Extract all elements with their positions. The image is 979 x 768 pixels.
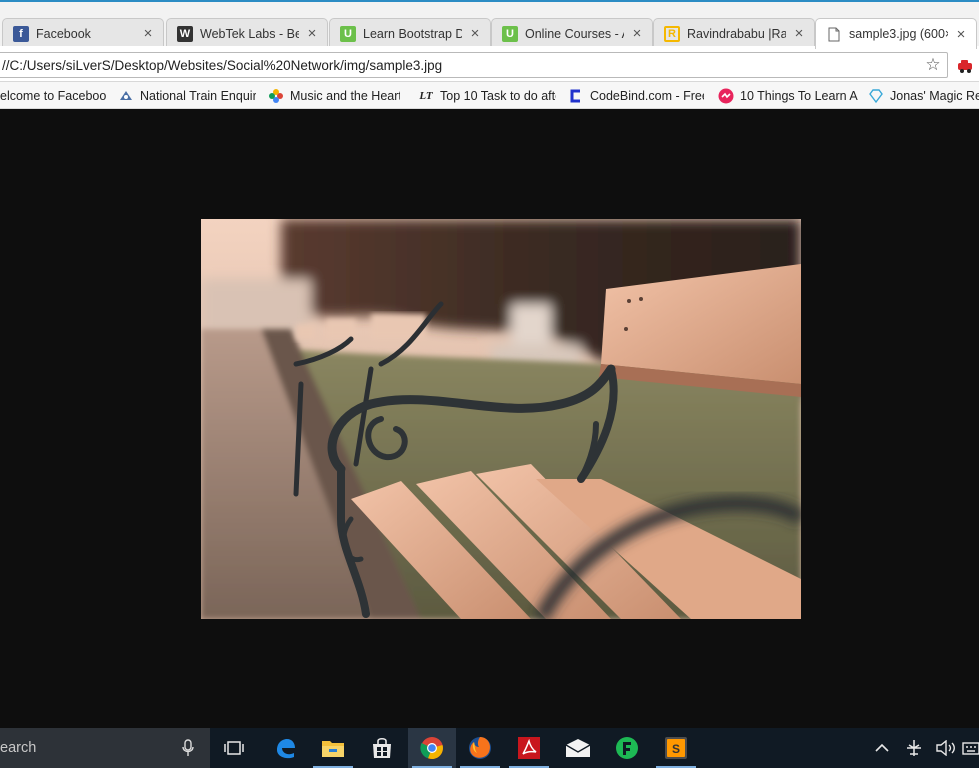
edge-icon[interactable]: [261, 728, 309, 768]
udemy-icon: U: [502, 25, 518, 42]
chrome-icon[interactable]: [408, 728, 456, 768]
tab-webtek[interactable]: W WebTek Labs - Best ×: [166, 18, 328, 48]
address-bar[interactable]: //C:/Users/siLverS/Desktop/Websites/Soci…: [0, 52, 948, 78]
sublime-text-icon[interactable]: S: [652, 728, 700, 768]
tab-title: Learn Bootstrap De: [363, 26, 462, 41]
codebind-icon: [568, 88, 584, 104]
displayed-image[interactable]: [201, 219, 801, 619]
close-icon[interactable]: ×: [630, 26, 644, 41]
lt-icon: LT: [419, 90, 433, 102]
airplane-icon[interactable]: [900, 728, 928, 768]
tab-title: Ravindrababu |Rav: [687, 26, 786, 41]
search-placeholder: earch: [0, 740, 37, 756]
url-text[interactable]: //C:/Users/siLverS/Desktop/Websites/Soci…: [2, 58, 923, 73]
close-icon[interactable]: ×: [468, 26, 482, 41]
toolbar: //C:/Users/siLverS/Desktop/Websites/Soci…: [0, 46, 979, 82]
file-explorer-icon[interactable]: [309, 728, 357, 768]
taskbar: earch S: [0, 728, 979, 768]
tab-learn-bootstrap[interactable]: U Learn Bootstrap De ×: [329, 18, 491, 48]
volume-icon[interactable]: [932, 728, 960, 768]
search-box[interactable]: earch: [0, 728, 210, 768]
tab-title: Facebook: [36, 26, 91, 41]
bookmark-label: Top 10 Task to do afte: [440, 89, 556, 103]
bookmark-national-train[interactable]: National Train Enquiry: [118, 86, 256, 106]
bookmark-facebook[interactable]: elcome to Facebook: [0, 86, 106, 106]
tab-title: WebTek Labs - Best: [200, 26, 299, 41]
mail-icon[interactable]: [554, 728, 602, 768]
udemy-icon: U: [340, 25, 356, 42]
tab-strip: f Facebook × W WebTek Labs - Best × U Le…: [0, 0, 979, 49]
tab-facebook[interactable]: f Facebook ×: [2, 18, 164, 48]
bookmark-jonas-magic[interactable]: Jonas' Magic Res: [868, 86, 979, 106]
bookmark-label: elcome to Facebook: [0, 89, 106, 103]
svg-text:S: S: [672, 742, 680, 756]
train-icon: [118, 88, 134, 104]
image-viewer: [0, 109, 979, 728]
bookmark-label: National Train Enquiry: [140, 89, 256, 103]
bookmark-10-things[interactable]: 10 Things To Learn Ab: [718, 86, 858, 106]
bookmark-label: Music and the Heart:: [290, 89, 400, 103]
spotify-like-icon[interactable]: [603, 728, 651, 768]
facebook-icon: f: [13, 25, 29, 42]
circle-logo-icon: [718, 88, 734, 104]
firefox-icon[interactable]: [456, 728, 504, 768]
bookmarks-bar: elcome to Facebook National Train Enquir…: [0, 82, 979, 109]
page-icon: [826, 26, 842, 42]
ravindrababu-icon: R: [664, 25, 680, 42]
tab-ravindrababu[interactable]: R Ravindrababu |Rav ×: [653, 18, 815, 48]
extension-icon[interactable]: [957, 56, 975, 74]
tab-sample3[interactable]: sample3.jpg (600× ×: [815, 18, 977, 49]
store-icon[interactable]: [358, 728, 406, 768]
pinwheel-icon: [268, 88, 284, 104]
bookmark-label: CodeBind.com - Free: [590, 89, 704, 103]
tab-title: sample3.jpg (600×: [849, 27, 948, 41]
diamond-icon: [868, 88, 884, 104]
tab-online-courses[interactable]: U Online Courses - A ×: [491, 18, 653, 48]
tab-title: Online Courses - A: [525, 26, 624, 41]
bookmark-top-10-task[interactable]: LT Top 10 Task to do afte: [418, 86, 556, 106]
close-icon[interactable]: ×: [954, 27, 968, 42]
bookmark-music-heart[interactable]: Music and the Heart:: [268, 86, 400, 106]
park-bench-photo: [201, 219, 801, 619]
task-view-icon[interactable]: [210, 728, 258, 768]
bookmark-codebind[interactable]: CodeBind.com - Free: [568, 86, 704, 106]
acrobat-icon[interactable]: [505, 728, 553, 768]
bookmark-label: Jonas' Magic Res: [890, 89, 979, 103]
bookmark-star-icon[interactable]: ☆: [923, 55, 943, 75]
close-icon[interactable]: ×: [305, 26, 319, 41]
webtek-icon: W: [177, 25, 193, 42]
close-icon[interactable]: ×: [141, 26, 155, 41]
microphone-icon[interactable]: [178, 739, 198, 757]
close-icon[interactable]: ×: [792, 26, 806, 41]
keyboard-icon[interactable]: [962, 728, 979, 768]
chevron-up-icon[interactable]: [868, 728, 896, 768]
bookmark-label: 10 Things To Learn Ab: [740, 89, 858, 103]
